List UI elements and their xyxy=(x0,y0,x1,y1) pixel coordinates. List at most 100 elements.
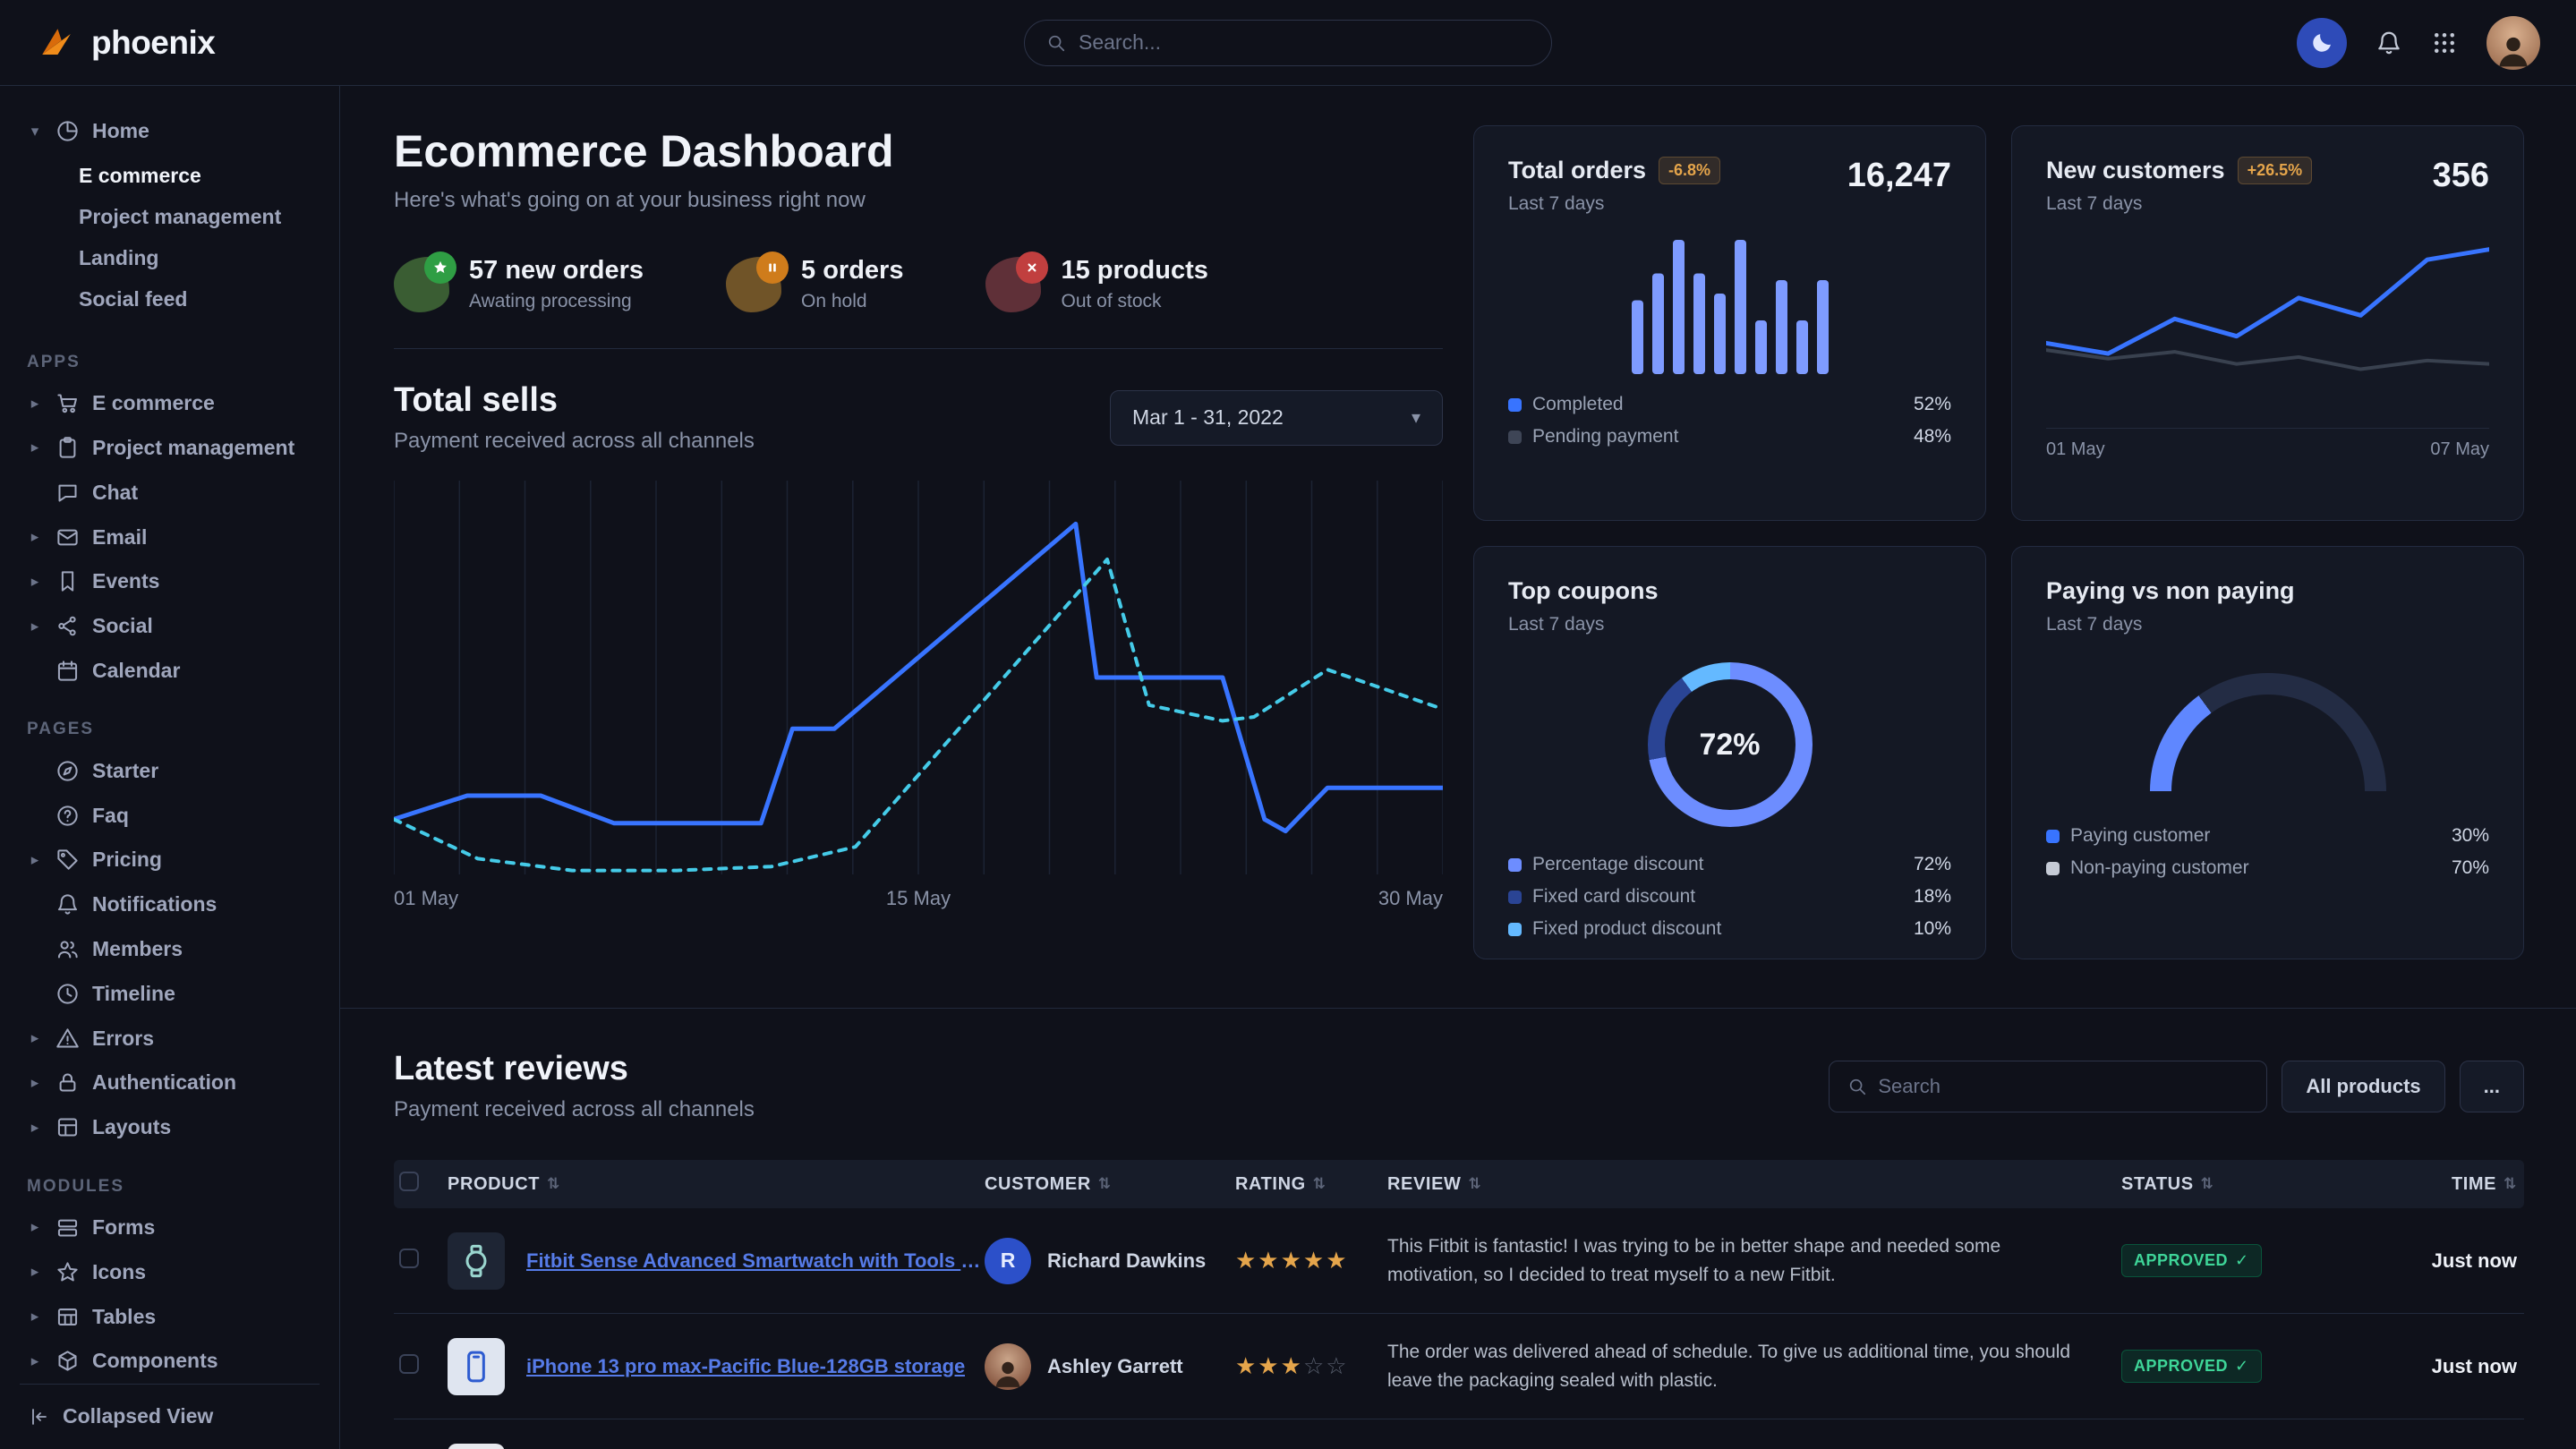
select-all-checkbox[interactable] xyxy=(399,1172,419,1191)
sidebar-item-social[interactable]: ▸ Social xyxy=(20,604,320,649)
sidebar-item-label: Project management xyxy=(92,436,294,460)
sidebar-item-label: Components xyxy=(92,1349,218,1373)
stat-blob xyxy=(985,257,1041,312)
notifications-button[interactable] xyxy=(2376,30,2402,56)
sidebar-item-errors[interactable]: ▸ Errors xyxy=(20,1016,320,1061)
sidebar-section-apps: APPS xyxy=(27,353,312,372)
sidebar-item-notifications[interactable]: Notifications xyxy=(20,882,320,927)
collapse-sidebar-button[interactable]: Collapsed View xyxy=(20,1384,320,1449)
clipboard-icon xyxy=(55,436,80,460)
sidebar-item-label: Starter xyxy=(92,759,158,783)
sidebar-item-members[interactable]: Members xyxy=(20,927,320,972)
all-products-button[interactable]: All products xyxy=(2282,1061,2444,1112)
sidebar-item-calendar[interactable]: Calendar xyxy=(20,649,320,694)
column-header-time[interactable]: TIME⇅ xyxy=(2327,1174,2524,1195)
column-header-customer[interactable]: CUSTOMER⇅ xyxy=(985,1174,1235,1195)
sidebar-item-project-management[interactable]: ▸ Project management xyxy=(20,426,320,471)
sidebar-item-starter[interactable]: Starter xyxy=(20,748,320,793)
sidebar-item-label: Authentication xyxy=(92,1070,236,1095)
sidebar-item-label: Forms xyxy=(92,1215,155,1240)
stat-value: 15 products xyxy=(1061,256,1207,286)
global-search xyxy=(1024,20,1552,66)
x-axis-label: 01 May xyxy=(394,887,458,910)
reviews-search-input[interactable] xyxy=(1878,1075,2248,1098)
sidebar-item-ecommerce-dashboard[interactable]: E commerce xyxy=(79,156,320,197)
users-icon xyxy=(55,937,80,961)
sidebar-item-landing[interactable]: Landing xyxy=(79,238,320,279)
sidebar-item-pricing[interactable]: ▸ Pricing xyxy=(20,838,320,882)
column-header-rating[interactable]: RATING⇅ xyxy=(1235,1174,1387,1195)
sidebar-item-chat[interactable]: Chat xyxy=(20,470,320,515)
legend-swatch xyxy=(1508,923,1522,936)
sidebar-item-layouts[interactable]: ▸ Layouts xyxy=(20,1105,320,1150)
sidebar-item-label: Icons xyxy=(92,1260,146,1284)
caret-right-icon: ▸ xyxy=(27,1074,43,1092)
stat-orders-on-hold: 5 orders On hold xyxy=(726,256,903,312)
sidebar-item-icons[interactable]: ▸ Icons xyxy=(20,1249,320,1294)
sidebar-item-timeline[interactable]: Timeline xyxy=(20,971,320,1016)
customer-name: Ashley Garrett xyxy=(1047,1355,1183,1378)
box-icon xyxy=(55,1349,80,1373)
column-header-product[interactable]: PRODUCT⇅ xyxy=(448,1174,985,1195)
star-icon xyxy=(55,1260,80,1284)
sidebar-item-authentication[interactable]: ▸ Authentication xyxy=(20,1061,320,1105)
apps-grid-button[interactable] xyxy=(2431,30,2458,56)
card-period: Last 7 days xyxy=(2046,193,2312,215)
new-customers-x-axis: 01 May 07 May xyxy=(2046,428,2489,460)
caret-down-icon: ▾ xyxy=(27,123,43,141)
time-value: Just now xyxy=(2327,1355,2524,1378)
row-checkbox[interactable] xyxy=(399,1354,419,1374)
star-icon xyxy=(424,251,456,284)
more-options-button[interactable]: ... xyxy=(2460,1061,2524,1112)
stat-caption: Out of stock xyxy=(1061,291,1207,312)
search-icon xyxy=(1046,33,1066,53)
column-header-review[interactable]: REVIEW⇅ xyxy=(1387,1174,2121,1195)
legend-item: Completed 52% xyxy=(1508,388,1951,421)
card-title: Paying vs non paying xyxy=(2046,577,2295,605)
legend-item: Percentage discount 72% xyxy=(1508,848,1951,881)
date-range-select[interactable]: Mar 1 - 31, 2022 ▾ xyxy=(1110,390,1443,446)
sidebar-section-modules: MODULES xyxy=(27,1177,312,1197)
sidebar-item-faq[interactable]: Faq xyxy=(20,793,320,838)
sidebar-item-tables[interactable]: ▸ Tables xyxy=(20,1294,320,1339)
sidebar-item-project-management-dashboard[interactable]: Project management xyxy=(79,197,320,238)
sidebar-item-forms[interactable]: ▸ Forms xyxy=(20,1206,320,1250)
sidebar-item-events[interactable]: ▸ Events xyxy=(20,559,320,604)
new-customers-line-chart xyxy=(2046,238,2489,413)
sidebar-item-label: Tables xyxy=(92,1305,156,1329)
caret-right-icon: ▸ xyxy=(27,395,43,413)
sidebar-item-components[interactable]: ▸ Components xyxy=(20,1339,320,1384)
row-checkbox[interactable] xyxy=(399,1249,419,1268)
customer-name: Richard Dawkins xyxy=(1047,1249,1206,1273)
legend-swatch xyxy=(1508,891,1522,904)
product-link[interactable]: Fitbit Sense Advanced Smartwatch with To… xyxy=(526,1249,985,1273)
legend-item: Fixed product discount 10% xyxy=(1508,913,1951,945)
sidebar-item-label: Events xyxy=(92,569,159,593)
sidebar-item-email[interactable]: ▸ Email xyxy=(20,515,320,559)
x-axis-label: 01 May xyxy=(2046,439,2105,460)
sidebar-item-ecommerce[interactable]: ▸ E commerce xyxy=(20,381,320,426)
pie-chart-icon xyxy=(55,119,80,143)
question-circle-icon xyxy=(55,804,80,828)
table-header-row: PRODUCT⇅ CUSTOMER⇅ RATING⇅ REVIEW⇅ STATU… xyxy=(394,1160,2524,1208)
global-search-input[interactable] xyxy=(1079,30,1530,55)
x-axis-label: 30 May xyxy=(1378,887,1443,910)
product-link[interactable]: iPhone 13 pro max-Pacific Blue-128GB sto… xyxy=(526,1355,965,1378)
sort-icon: ⇅ xyxy=(1313,1175,1326,1193)
user-avatar[interactable] xyxy=(2486,16,2540,70)
sidebar-item-home[interactable]: ▾ Home xyxy=(20,109,320,154)
caret-right-icon: ▸ xyxy=(27,618,43,635)
total-sells-title: Total sells xyxy=(394,381,755,420)
theme-toggle-button[interactable] xyxy=(2297,18,2347,68)
column-header-status[interactable]: STATUS⇅ xyxy=(2121,1174,2327,1195)
paying-vs-nonpaying-card: Paying vs non paying Last 7 days Paying … xyxy=(2011,546,2524,959)
layout-icon xyxy=(55,1115,80,1139)
sidebar-item-social-feed[interactable]: Social feed xyxy=(79,279,320,320)
product-thumbnail-iphone xyxy=(448,1338,505,1395)
caret-right-icon: ▸ xyxy=(27,1308,43,1325)
stats-row: 57 new orders Awating processing 5 order… xyxy=(394,256,1443,349)
stat-caption: Awating processing xyxy=(469,291,644,312)
caret-right-icon: ▸ xyxy=(27,1218,43,1236)
total-sells-subtitle: Payment received across all channels xyxy=(394,429,755,454)
alert-triangle-icon xyxy=(55,1027,80,1051)
